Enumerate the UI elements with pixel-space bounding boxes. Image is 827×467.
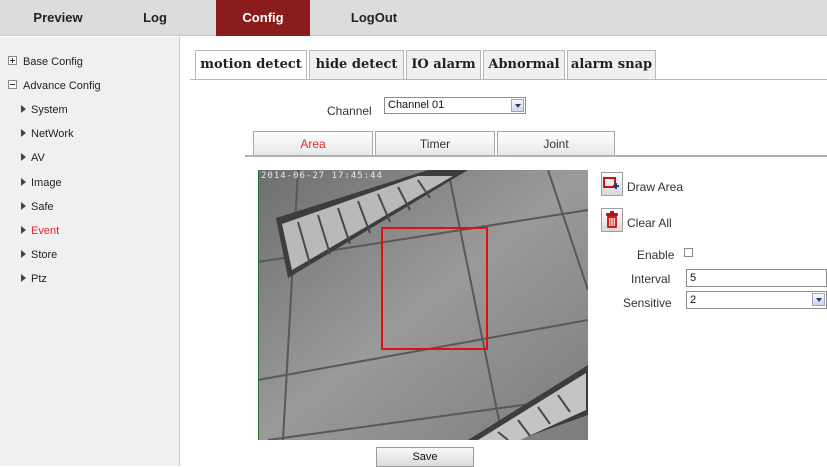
top-nav-bar: Preview Log Config LogOut: [0, 0, 827, 36]
sidebar-item-label: Image: [31, 177, 62, 189]
nav-logout[interactable]: LogOut: [336, 0, 412, 36]
sidebar-item-label: AV: [31, 152, 45, 164]
triangle-right-icon: [21, 105, 26, 113]
nav-log[interactable]: Log: [128, 0, 182, 36]
triangle-right-icon: [21, 226, 26, 234]
channel-select-value: Channel 01: [388, 99, 445, 111]
trash-icon: [606, 211, 618, 228]
collapse-minus-icon[interactable]: [8, 80, 17, 89]
detection-area-box[interactable]: [381, 227, 488, 350]
triangle-right-icon: [21, 250, 26, 258]
tab-area[interactable]: Area: [253, 131, 373, 156]
tab-io-alarm[interactable]: IO alarm: [406, 50, 481, 79]
tab-timer[interactable]: Timer: [375, 131, 495, 156]
sidebar-item-label: Store: [31, 249, 58, 261]
tab-divider: [190, 79, 827, 80]
video-timestamp: 2014-06-27 17:45:44: [261, 171, 383, 181]
tab-motion-detect[interactable]: motion detect: [195, 50, 307, 79]
draw-area-icon: [603, 177, 619, 189]
sidebar-item-system[interactable]: System: [21, 101, 68, 119]
sidebar-item-label: System: [31, 104, 68, 116]
triangle-right-icon: [21, 129, 26, 137]
dropdown-arrow-icon[interactable]: [812, 293, 825, 306]
triangle-right-icon: [21, 178, 26, 186]
tree-base-config[interactable]: Base Config: [8, 53, 83, 71]
draw-area-label[interactable]: Draw Area: [627, 180, 683, 194]
clear-all-button[interactable]: [601, 208, 623, 232]
sidebar-item-label: NetWork: [31, 128, 74, 140]
tree-base-config-label: Base Config: [23, 56, 83, 68]
sidebar-item-label: Safe: [31, 201, 54, 213]
triangle-right-icon: [21, 202, 26, 210]
tab-abnormal[interactable]: Abnormal: [483, 50, 565, 79]
sidebar-item-label: Ptz: [31, 273, 47, 285]
interval-label: Interval: [631, 272, 671, 286]
sub-tab-divider: [245, 155, 827, 157]
sidebar-item-network[interactable]: NetWork: [21, 125, 74, 143]
save-button[interactable]: Save: [376, 447, 474, 467]
tab-alarm-snap[interactable]: alarm snap: [567, 50, 656, 79]
enable-label: Enable: [637, 248, 675, 262]
dropdown-arrow-icon[interactable]: [511, 99, 524, 112]
nav-config[interactable]: Config: [216, 0, 310, 36]
sidebar-item-store[interactable]: Store: [21, 246, 57, 264]
sidebar-item-safe[interactable]: Safe: [21, 198, 54, 216]
channel-label: Channel: [327, 104, 372, 118]
sensitive-label: Sensitive: [623, 296, 672, 310]
sidebar-item-event[interactable]: Event: [21, 222, 59, 240]
tree-advance-config-label: Advance Config: [23, 80, 101, 92]
sidebar-item-label: Event: [31, 225, 60, 237]
draw-area-button[interactable]: [601, 172, 623, 196]
sensitive-select-value: 2: [690, 294, 697, 306]
sidebar-item-av[interactable]: AV: [21, 149, 45, 167]
sidebar-item-ptz[interactable]: Ptz: [21, 270, 47, 288]
tab-hide-detect[interactable]: hide detect: [309, 50, 404, 79]
triangle-right-icon: [21, 153, 26, 161]
sidebar: Base Config Advance Config System NetWor…: [0, 37, 180, 466]
nav-preview[interactable]: Preview: [14, 0, 102, 36]
channel-select[interactable]: Channel 01: [384, 97, 526, 114]
interval-input[interactable]: 5: [686, 269, 827, 287]
tab-joint[interactable]: Joint: [497, 131, 615, 156]
sidebar-item-image[interactable]: Image: [21, 174, 62, 192]
tree-advance-config[interactable]: Advance Config: [8, 77, 101, 95]
sensitive-select[interactable]: 2: [686, 291, 827, 309]
clear-all-label[interactable]: Clear All: [627, 216, 672, 230]
enable-checkbox[interactable]: [684, 248, 693, 257]
triangle-right-icon: [21, 274, 26, 282]
expand-plus-icon[interactable]: [8, 56, 17, 65]
